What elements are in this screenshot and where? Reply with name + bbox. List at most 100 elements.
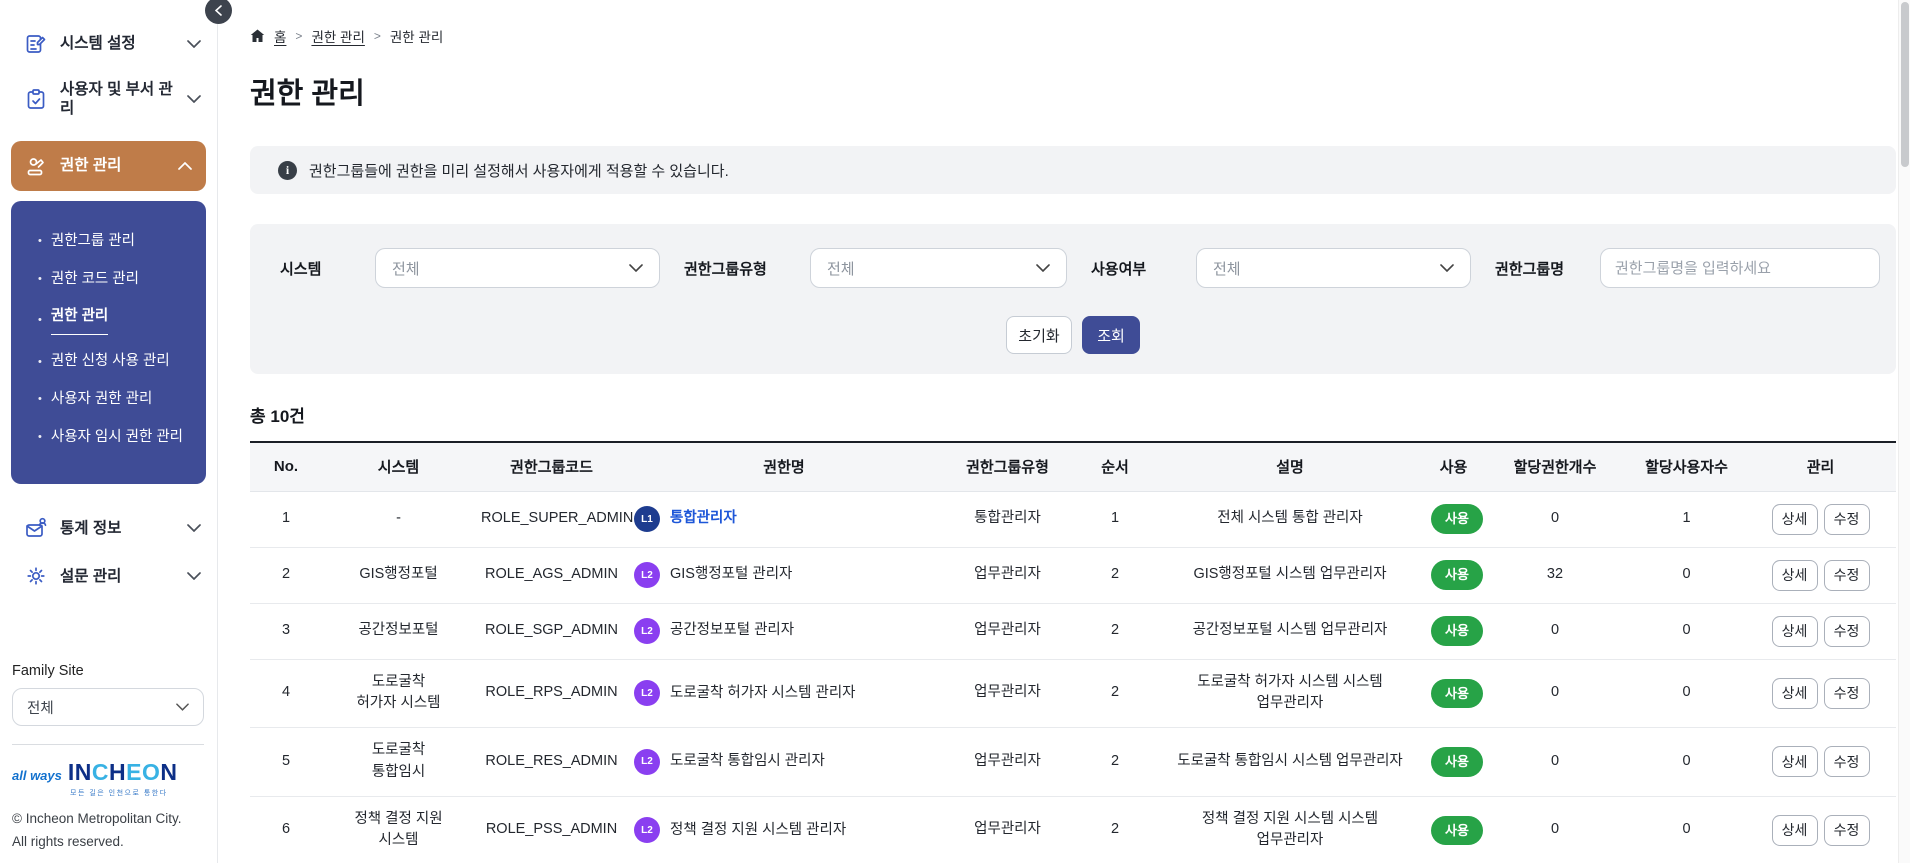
col-name: 권한명 — [628, 442, 940, 492]
edit-button[interactable]: 수정 — [1823, 615, 1870, 647]
bullet-icon: • — [38, 355, 42, 368]
permission-name-link[interactable]: 통합관리자 — [670, 508, 737, 529]
table-row: 4 도로굴착 허가자 시스템 ROLE_RPS_ADMIN L2 도로굴착 허가… — [250, 659, 1896, 728]
permission-name: 도로굴착 허가자 시스템 관리자 — [670, 684, 856, 701]
use-badge: 사용 — [1431, 560, 1483, 590]
sidebar-footer: Family Site 전체 all ways INCHEON 모든 길은 인천… — [12, 663, 204, 853]
cell-desc: GIS행정포털 시스템 업무관리자 — [1155, 547, 1425, 604]
cell-order: 2 — [1075, 659, 1155, 728]
permission-name: GIS행정포털 관리자 — [670, 566, 793, 583]
home-icon[interactable] — [250, 29, 265, 43]
col-use: 사용 — [1425, 442, 1482, 492]
cell-no: 4 — [250, 659, 322, 728]
detail-button[interactable]: 상세 — [1771, 615, 1818, 647]
cell-no: 1 — [250, 491, 322, 548]
level-badge: L2 — [634, 748, 660, 775]
sidebar-item-permission[interactable]: 권한 관리 — [11, 140, 206, 191]
main-content: 홈 > 권한 관리 > 권한 관리 권한 관리 i 권한그룹들에 권한을 미리 … — [218, 0, 1910, 863]
cell-type: 업무관리자 — [940, 796, 1075, 863]
cell-code: ROLE_SGP_ADMIN — [475, 603, 628, 660]
use-badge: 사용 — [1431, 678, 1483, 708]
detail-button[interactable]: 상세 — [1771, 559, 1818, 591]
cell-system: 도로굴착 허가자 시스템 — [322, 659, 475, 728]
sidebar-item-user-dept[interactable]: 사용자 및 부서 관리 — [0, 68, 217, 131]
family-site-label: Family Site — [12, 663, 84, 680]
cell-code: ROLE_RES_ADMIN — [475, 727, 628, 797]
submenu-item-permission-code[interactable]: • 권한 코드 관리 — [11, 261, 206, 299]
reset-button[interactable]: 초기화 — [1006, 316, 1072, 354]
level-badge: L2 — [634, 618, 660, 644]
detail-button[interactable]: 상세 — [1771, 746, 1818, 778]
detail-button[interactable]: 상세 — [1771, 814, 1818, 846]
cell-user-count: 0 — [1628, 796, 1745, 863]
cell-code: ROLE_RPS_ADMIN — [475, 659, 628, 728]
cell-system: 도로굴착 통합임시 — [322, 727, 475, 797]
submenu-item-permission-request[interactable]: • 권한 신청 사용 관리 — [11, 343, 206, 381]
search-button[interactable]: 조회 — [1082, 316, 1140, 354]
edit-button[interactable]: 수정 — [1823, 503, 1870, 535]
system-select[interactable]: 전체 — [375, 248, 660, 288]
submenu-item-permission-group[interactable]: • 권한그룹 관리 — [11, 223, 206, 261]
cell-order: 1 — [1075, 491, 1155, 548]
cell-user-count: 1 — [1628, 491, 1745, 548]
edit-button[interactable]: 수정 — [1823, 559, 1870, 591]
cell-perm-count: 0 — [1482, 727, 1628, 797]
col-no: No. — [250, 442, 322, 492]
chevron-down-icon — [1036, 264, 1050, 272]
edit-button[interactable]: 수정 — [1823, 746, 1870, 778]
bullet-icon: • — [38, 393, 42, 406]
chevron-down-icon — [187, 40, 201, 48]
col-order: 순서 — [1075, 442, 1155, 492]
cell-no: 3 — [250, 603, 322, 660]
detail-button[interactable]: 상세 — [1771, 677, 1818, 709]
chevron-down-icon — [176, 703, 189, 712]
breadcrumb-level1[interactable]: 권한 관리 — [311, 26, 364, 46]
filter-system-label: 시스템 — [280, 260, 322, 278]
sidebar-item-survey[interactable]: 설문 관리 — [0, 552, 217, 600]
filter-group-name: 권한그룹명 — [1495, 248, 1880, 288]
cell-system: 공간정보포털 — [322, 603, 475, 660]
cell-type: 업무관리자 — [940, 603, 1075, 660]
sidebar-item-system-settings[interactable]: 시스템 설정 — [0, 20, 217, 68]
submenu-item-permission-mgmt[interactable]: • 권한 관리 — [11, 298, 206, 343]
edit-button[interactable]: 수정 — [1823, 677, 1870, 709]
filter-use-yn: 사용여부 전체 — [1091, 248, 1471, 288]
breadcrumb: 홈 > 권한 관리 > 권한 관리 — [250, 26, 1896, 46]
level-badge: L2 — [634, 562, 660, 588]
filter-group-type-label: 권한그룹유형 — [684, 260, 767, 278]
submenu-item-user-permission[interactable]: • 사용자 권한 관리 — [11, 381, 206, 419]
clipboard-check-icon — [27, 89, 45, 110]
family-site-select[interactable]: 전체 — [12, 688, 204, 727]
info-icon: i — [278, 160, 297, 180]
group-name-input[interactable] — [1600, 248, 1880, 288]
vertical-scrollbar[interactable] — [1898, 0, 1910, 863]
sidebar-item-statistics[interactable]: 통계 정보 — [0, 504, 217, 552]
scrollbar-thumb[interactable] — [1901, 2, 1909, 167]
breadcrumb-separator: > — [373, 29, 381, 43]
memo-icon — [26, 35, 46, 53]
bullet-icon: • — [38, 431, 42, 444]
use-badge: 사용 — [1431, 616, 1483, 646]
group-type-select[interactable]: 전체 — [810, 248, 1067, 288]
use-yn-select[interactable]: 전체 — [1196, 248, 1471, 288]
chevron-down-icon — [187, 524, 201, 533]
family-site-value: 전체 — [27, 700, 54, 717]
cell-desc: 도로굴착 허가자 시스템 시스템 업무관리자 — [1155, 659, 1425, 728]
filter-panel: 시스템 전체 권한그룹유형 전체 사용여부 전체 권한그룹명 권한그룹명을 입력… — [250, 224, 1896, 374]
cell-desc: 정책 결정 지원 시스템 시스템 업무관리자 — [1155, 796, 1425, 863]
submenu-item-user-temp-permission[interactable]: • 사용자 임시 권한 관리 — [11, 419, 206, 457]
info-banner: i 권한그룹들에 권한을 미리 설정해서 사용자에게 적용할 수 있습니다. — [250, 146, 1896, 194]
detail-button[interactable]: 상세 — [1771, 503, 1818, 535]
level-badge: L1 — [634, 506, 660, 532]
cell-order: 2 — [1075, 603, 1155, 660]
cell-user-count: 0 — [1628, 603, 1745, 660]
cell-perm-count: 0 — [1482, 491, 1628, 548]
stamp-icon — [27, 157, 44, 176]
breadcrumb-home[interactable]: 홈 — [274, 26, 286, 46]
logo-tagline: 모든 길은 인천으로 통한다 — [70, 790, 168, 798]
edit-button[interactable]: 수정 — [1823, 814, 1870, 846]
permission-submenu: • 권한그룹 관리 • 권한 코드 관리 • 권한 관리 • 권한 신청 사용 … — [11, 200, 206, 485]
sidebar-item-label: 사용자 및 부서 관리 — [60, 81, 173, 118]
cell-type: 업무관리자 — [940, 727, 1075, 797]
permission-name: 공간정보포털 관리자 — [670, 622, 795, 639]
